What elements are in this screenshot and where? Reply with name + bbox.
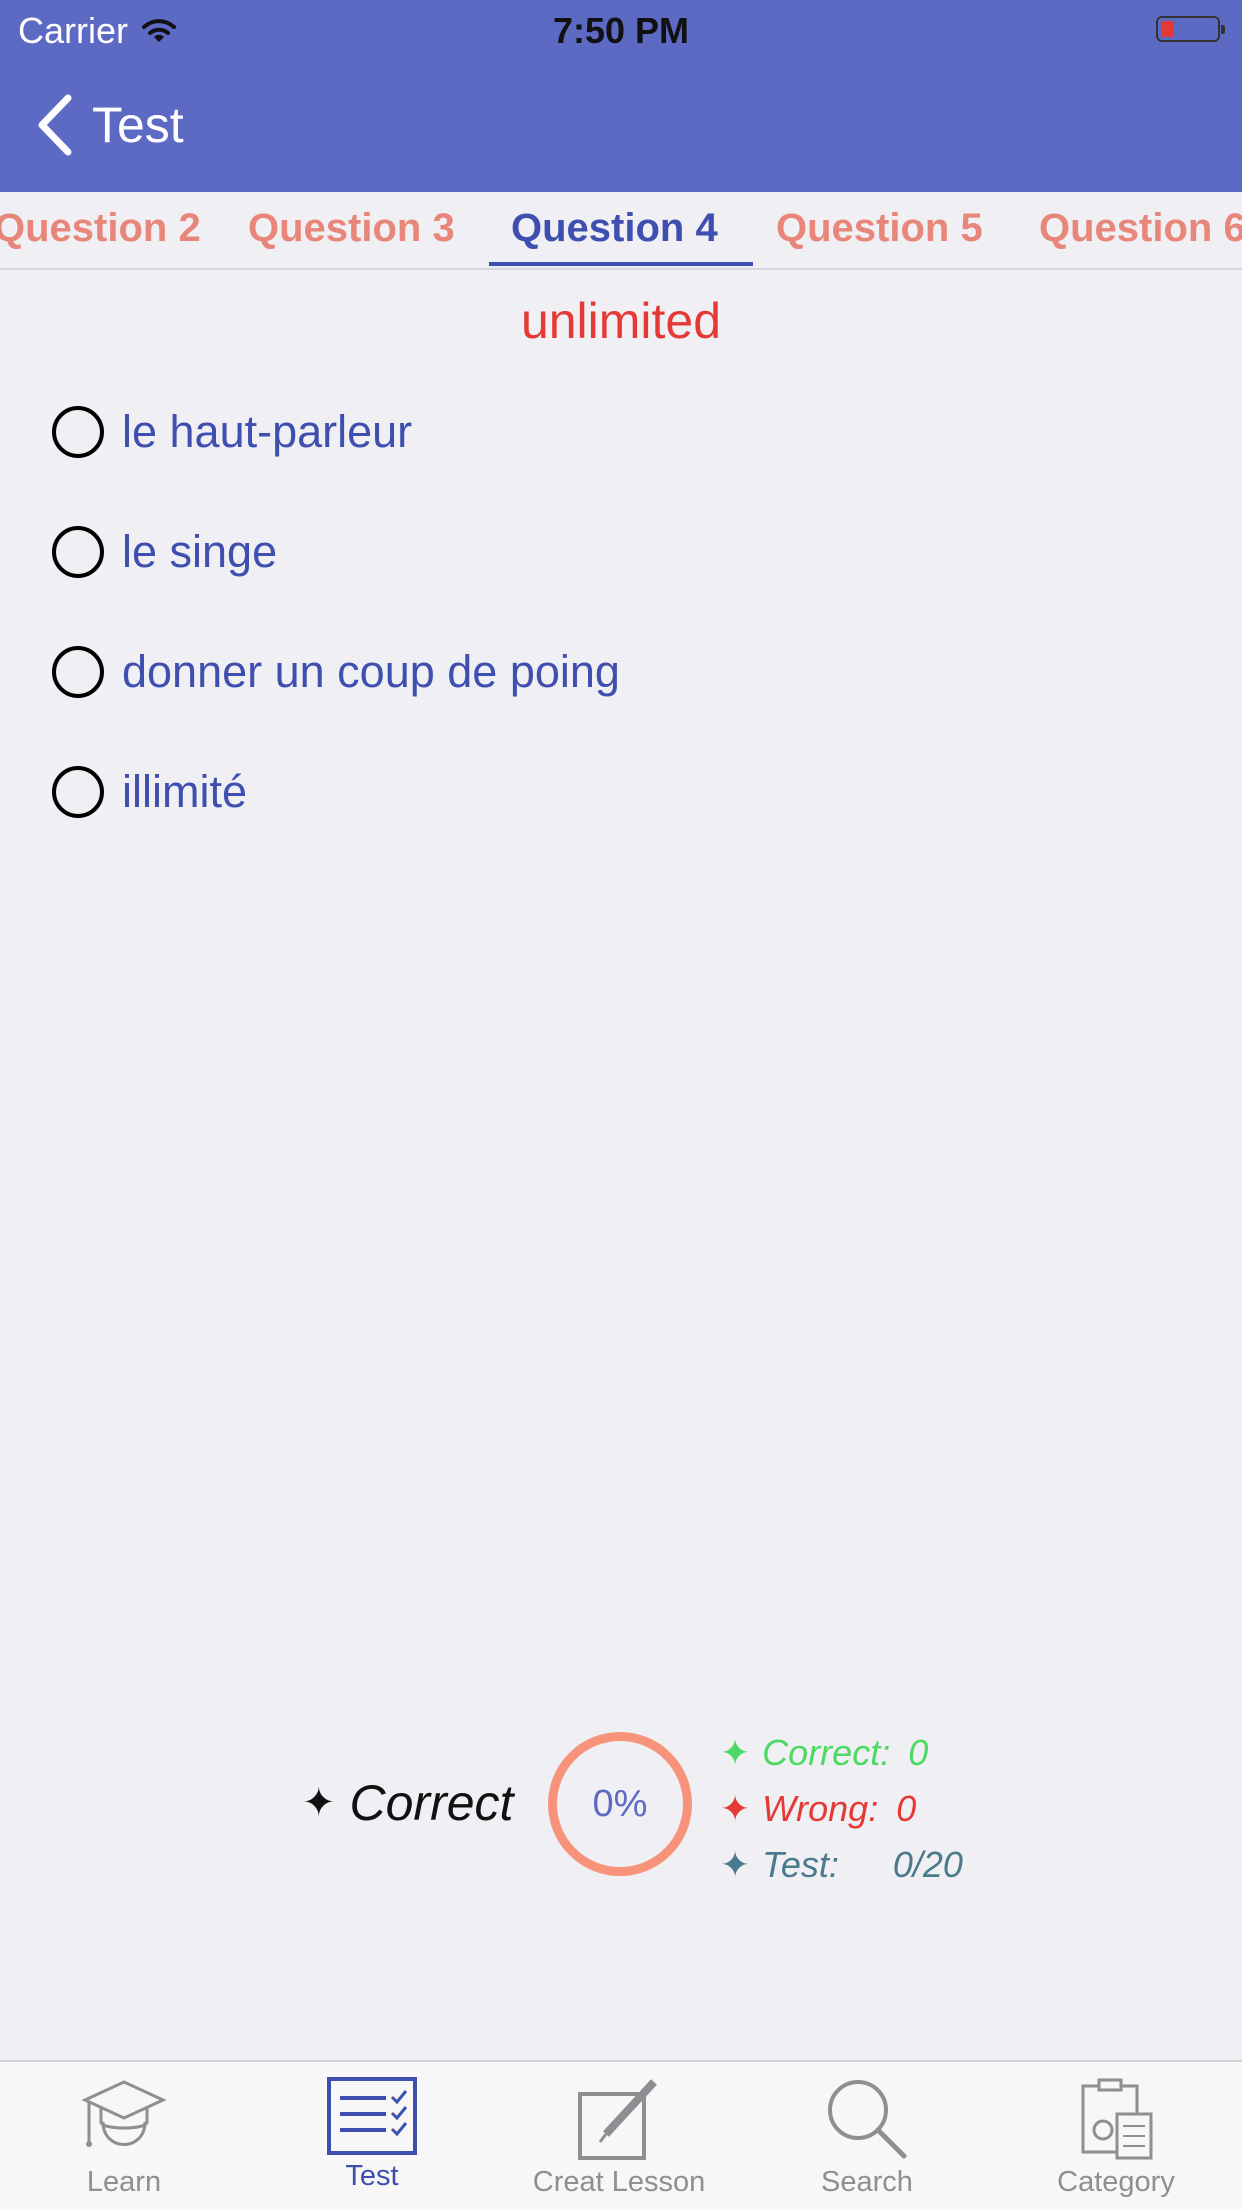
tab-question-6[interactable]: Question 6 [1039, 206, 1242, 251]
stat-wrong-value: 0 [896, 1788, 917, 1829]
back-button[interactable]: Test [34, 94, 184, 156]
tab-question-5[interactable]: Question 5 [776, 206, 983, 251]
correct-title: ✦ Correct [302, 1774, 513, 1832]
answer-label: donner un coup de poing [122, 646, 620, 697]
graduate-icon [81, 2080, 167, 2147]
star-icon: ✦ [720, 1844, 751, 1885]
tabbar-label: Search [821, 2166, 913, 2198]
status-time: 7:50 PM [552, 10, 690, 51]
tabbar-item-learn[interactable]: Learn [14, 2076, 234, 2199]
stat-test-label: Test: [762, 1844, 839, 1885]
answer-option-4[interactable]: illimité [52, 766, 247, 818]
stat-wrong: ✦ Wrong: 0 [720, 1788, 916, 1830]
tab-question-2[interactable]: Question 2 [0, 206, 201, 251]
active-tab-indicator [489, 262, 753, 266]
stat-correct-label: Correct: [762, 1732, 891, 1773]
stat-correct: ✦ Correct: 0 [720, 1732, 928, 1774]
battery-icon [1156, 16, 1225, 42]
radio-button[interactable] [52, 646, 104, 698]
tabbar-label: Learn [86, 2166, 162, 2198]
tabbar-item-category[interactable]: Category [1006, 2076, 1226, 2199]
score-ring: 0% [548, 1732, 692, 1876]
tabbar-item-creat-lesson[interactable]: Creat Lesson [509, 2076, 729, 2199]
question-word: unlimited [520, 293, 722, 349]
stat-test: ✦ Test: 0/20 [720, 1844, 963, 1886]
search-icon [828, 2080, 907, 2159]
answer-option-1[interactable]: le haut-parleur [52, 406, 412, 458]
answer-option-2[interactable]: le singe [52, 526, 277, 578]
score-percent: 0% [592, 1782, 648, 1825]
radio-button[interactable] [52, 406, 104, 458]
radio-button[interactable] [52, 766, 104, 818]
tab-question-3[interactable]: Question 3 [248, 206, 455, 251]
correct-title-label: Correct [349, 1775, 514, 1831]
stat-test-value: 0/20 [892, 1844, 963, 1885]
navigation-header: Carrier 7:50 PM Test [0, 0, 1242, 192]
tabbar-label: Test [345, 2160, 399, 2192]
answer-label: le haut-parleur [122, 406, 413, 457]
answer-label: le singe [122, 526, 278, 577]
calculator-icon [1081, 2078, 1153, 2160]
tabbar-item-test[interactable]: Test [262, 2076, 482, 2193]
nav-title: Test [92, 97, 184, 153]
tab-bar: Learn Test Creat Lesson Search Category [0, 2060, 1242, 2210]
star-icon: ✦ [720, 1788, 751, 1829]
edit-icon [578, 2079, 657, 2160]
chevron-left-icon [38, 94, 72, 156]
stat-wrong-label: Wrong: [762, 1788, 879, 1829]
star-icon: ✦ [720, 1732, 751, 1773]
answer-option-3[interactable]: donner un coup de poing [52, 646, 620, 698]
tabbar-label: Creat Lesson [532, 2166, 706, 2198]
radio-button[interactable] [52, 526, 104, 578]
checklist-icon [327, 2077, 417, 2155]
question-tabs: Question 2 Question 3 Question 4 Questio… [0, 192, 1242, 270]
answer-label: illimité [122, 766, 248, 817]
star-icon: ✦ [302, 1781, 336, 1825]
stat-correct-value: 0 [908, 1732, 929, 1773]
tabbar-item-search[interactable]: Search [757, 2076, 977, 2199]
tabbar-label: Category [1057, 2166, 1175, 2198]
tab-question-4[interactable]: Question 4 [511, 206, 718, 251]
